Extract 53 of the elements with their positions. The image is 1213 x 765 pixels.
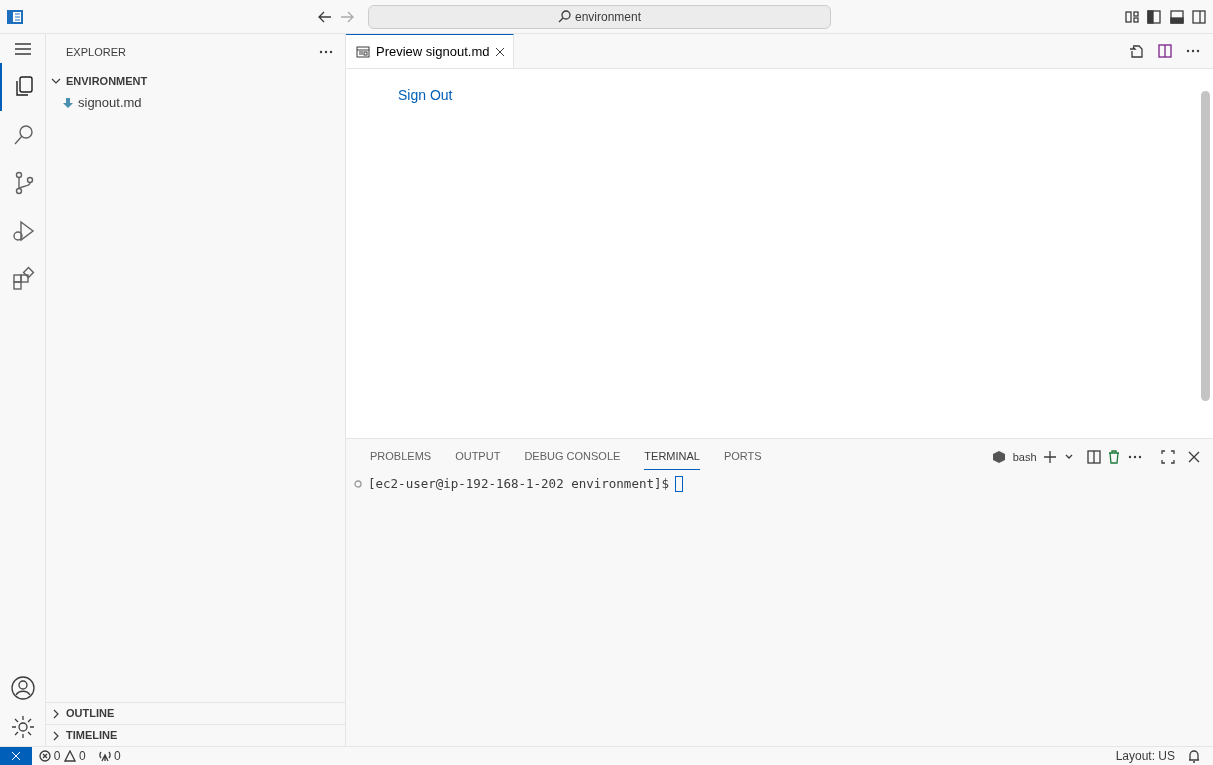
- warning-count: 0: [78, 748, 86, 765]
- toggle-panel-icon[interactable]: [1168, 8, 1185, 25]
- section-header[interactable]: ENVIRONMENT: [46, 70, 345, 92]
- keyboard-layout-status[interactable]: Layout: US: [1115, 747, 1175, 765]
- panel-tab[interactable]: PROBLEMS: [370, 444, 432, 470]
- close-icon[interactable]: [495, 46, 506, 57]
- more-actions-icon[interactable]: [1127, 455, 1142, 459]
- problems-status[interactable]: 0 0: [38, 747, 86, 765]
- toggle-sidebar-icon[interactable]: [1146, 8, 1162, 25]
- terminal-profile-icon: [992, 450, 1007, 464]
- search-text: environment: [574, 8, 641, 26]
- warning-icon: [63, 750, 76, 762]
- extensions-icon: [10, 265, 37, 292]
- preview-icon: [356, 45, 370, 58]
- menu-icon[interactable]: [13, 42, 32, 56]
- account-icon[interactable]: [9, 674, 36, 701]
- panel-tab[interactable]: OUTPUT: [455, 444, 501, 470]
- notification-bell-icon[interactable]: [1188, 749, 1200, 763]
- maximize-icon[interactable]: [1161, 450, 1175, 464]
- terminal-profile-name[interactable]: bash: [1012, 448, 1037, 466]
- markdown-file-icon: [62, 97, 74, 109]
- more-actions-icon[interactable]: [1186, 49, 1200, 53]
- panel-tab[interactable]: PORTS: [723, 444, 762, 470]
- split-editor-icon[interactable]: [1157, 43, 1173, 59]
- panel-tab[interactable]: DEBUG CONSOLE: [524, 444, 621, 470]
- prompt-circle-icon: [354, 480, 362, 489]
- close-icon[interactable]: [1188, 451, 1200, 463]
- antenna-icon: [98, 750, 111, 762]
- section-header[interactable]: OUTLINE: [46, 702, 345, 724]
- remote-button[interactable]: [0, 746, 32, 765]
- sidebar-title: EXPLORER: [66, 44, 126, 60]
- layout-controls-icon[interactable]: [1123, 8, 1140, 25]
- error-icon: [38, 750, 51, 762]
- app-logo-icon: [6, 8, 24, 25]
- editor-tab[interactable]: Preview signout.md: [346, 34, 515, 68]
- file-item[interactable]: signout.md: [46, 92, 345, 114]
- command-center-search[interactable]: environment: [368, 4, 831, 29]
- sign-out-link[interactable]: Sign Out: [398, 87, 453, 103]
- split-terminal-icon[interactable]: [1086, 450, 1101, 464]
- more-actions-icon[interactable]: [319, 50, 333, 54]
- toggle-secondary-sidebar-icon[interactable]: [1191, 8, 1207, 25]
- search-icon: [557, 10, 571, 23]
- scrollbar-thumb[interactable]: [1201, 91, 1210, 401]
- open-source-icon[interactable]: [1128, 43, 1144, 59]
- error-count: 0: [53, 748, 61, 765]
- terminal-prompt: [ec2-user@ip-192-168-1-202 environment]$: [368, 475, 670, 493]
- section-header[interactable]: TIMELINE: [46, 724, 345, 746]
- terminal-cursor[interactable]: [675, 476, 684, 493]
- trash-icon[interactable]: [1107, 450, 1121, 464]
- panel-tab[interactable]: TERMINAL: [644, 444, 700, 470]
- ports-status[interactable]: 0: [98, 747, 121, 765]
- ports-count: 0: [113, 748, 121, 765]
- plus-icon[interactable]: [1043, 450, 1057, 464]
